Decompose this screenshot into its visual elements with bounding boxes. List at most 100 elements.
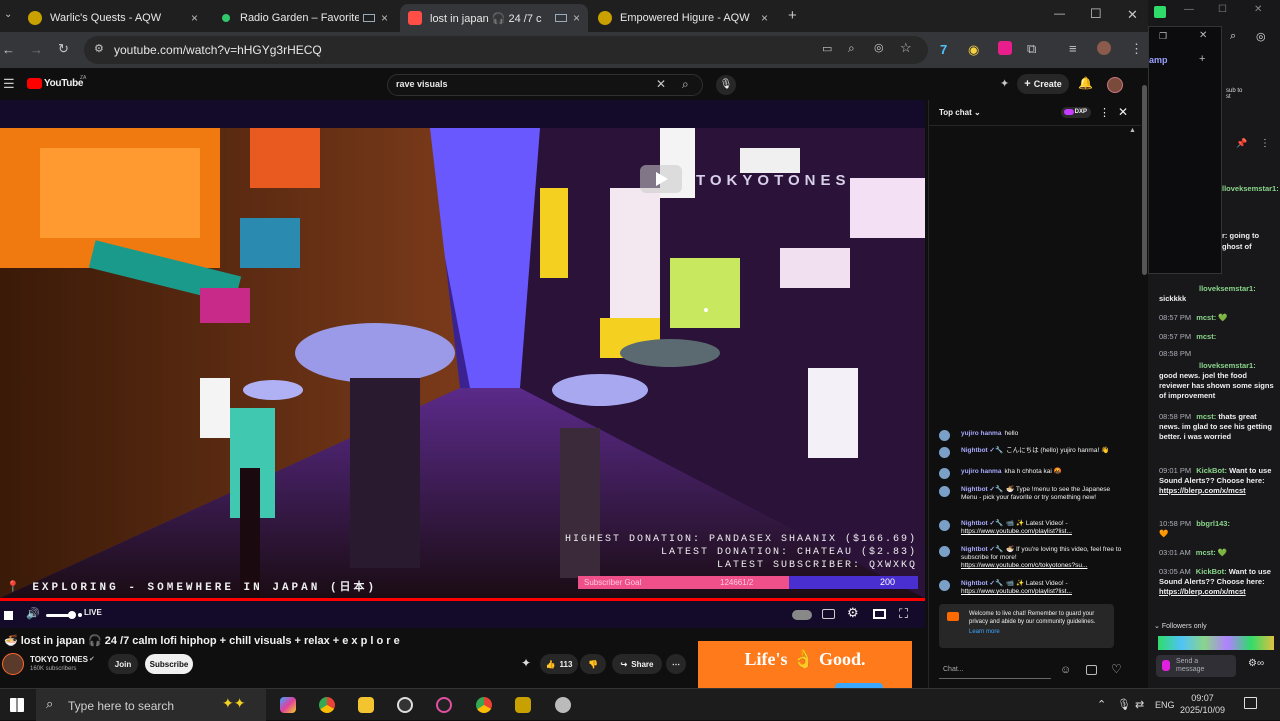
mic-icon[interactable] — [1162, 660, 1170, 671]
window-minimize-button[interactable]: — — [1184, 4, 1194, 15]
app-icon[interactable] — [436, 697, 452, 713]
tray-mic-icon[interactable]: 🎙 — [1117, 698, 1131, 711]
ad-banner[interactable]: Life's 👌 Good. — [698, 641, 912, 691]
browser-tab[interactable]: Warlic's Quests - AQW × — [20, 4, 206, 32]
emoji-icon[interactable]: ☺ — [1060, 664, 1071, 676]
ask-ai-icon[interactable]: ✦ — [521, 656, 531, 670]
search-icon[interactable]: ⌕ — [682, 77, 689, 92]
cast-icon[interactable]: ▭ — [822, 42, 832, 55]
stream-chat-message[interactable]: 03:01 AM mcst: 💚 — [1159, 548, 1275, 558]
channel-avatar[interactable] — [2, 653, 24, 675]
stream-chat-message[interactable]: 08:57 PM mcst: 💚 — [1159, 313, 1275, 323]
stream-chat-message[interactable]: 09:01 PM KickBot: Want to use Sound Aler… — [1159, 466, 1275, 496]
chat-link[interactable]: https://www.youtube.com/c/tokyotones?su.… — [961, 562, 1087, 569]
notifications-bell-icon[interactable]: 🔔 — [1078, 76, 1093, 90]
emote-bar[interactable] — [1158, 636, 1274, 650]
copilot-icon[interactable] — [280, 697, 296, 713]
bookmark-star-icon[interactable]: ☆ — [900, 40, 912, 56]
eye-off-icon[interactable]: ◎ — [874, 41, 884, 54]
theater-mode-icon[interactable] — [873, 609, 886, 619]
stream-chat-message[interactable]: lloveksemstar1: sickkkk — [1159, 284, 1275, 304]
video-frame[interactable]: TOKYOTONES — [0, 128, 925, 598]
subscribe-button[interactable]: Subscribe — [145, 654, 193, 674]
search-icon[interactable]: ⌕ — [1230, 30, 1236, 43]
chrome-icon[interactable] — [319, 697, 335, 713]
like-button[interactable]: 👍 113 — [540, 654, 578, 674]
chat-link[interactable]: https://www.youtube.com/playlist?list... — [961, 588, 1072, 595]
profile-avatar-icon[interactable] — [1097, 41, 1111, 55]
page-scrollbar-thumb[interactable] — [1142, 85, 1147, 275]
browser-tab-active[interactable]: lost in japan 🎧 24 /7 c × — [400, 4, 588, 32]
extension-icon[interactable]: 7 — [940, 42, 947, 57]
tab-close-icon[interactable]: × — [191, 11, 198, 25]
search-box[interactable]: rave visuals ✕ ⌕ — [387, 74, 703, 96]
chat-kebab-icon[interactable]: ⋮ — [1099, 106, 1110, 119]
kebab-icon[interactable]: ⋮ — [1260, 138, 1270, 149]
stream-chat-message[interactable]: lloveksemstar1: good news. joel the food… — [1159, 361, 1275, 401]
maximize-button[interactable]: ☐ — [1090, 6, 1102, 22]
close-window-button[interactable]: ✕ — [1127, 7, 1138, 23]
taskbar-search[interactable]: ⌕ Type here to search ✦✦ — [36, 689, 266, 721]
account-avatar[interactable] — [1107, 77, 1123, 93]
chat-link[interactable]: https://blerp.com/x/mcst — [1159, 486, 1246, 495]
taskbar-search-input[interactable]: Type here to search — [68, 699, 174, 713]
hide-icon[interactable]: ◎ — [1256, 30, 1266, 43]
settings-gear-icon[interactable]: ⚙ — [847, 605, 859, 621]
live-label[interactable]: LIVE — [84, 608, 102, 617]
chat-link[interactable]: https://www.youtube.com/playlist?list... — [961, 528, 1072, 535]
extensions-puzzle-icon[interactable]: ⧉ — [1027, 41, 1036, 57]
window-maximize-button[interactable]: ☐ — [1218, 4, 1227, 15]
popup-add-icon[interactable]: + — [1199, 53, 1205, 65]
chat-settings-icon[interactable]: ⚙∞ — [1248, 658, 1264, 669]
tab-close-icon[interactable]: × — [761, 11, 768, 25]
reload-icon[interactable]: ↻ — [58, 41, 69, 57]
address-bar[interactable]: ⚙ youtube.com/watch?v=hHGYg3rHECQ ▭ ⌕ ◎ … — [84, 36, 928, 64]
media-controls-icon[interactable]: ≡ — [1069, 41, 1077, 56]
obs-icon[interactable] — [397, 697, 413, 713]
browser-tab[interactable]: Empowered Higure - AQW × — [590, 4, 776, 32]
video-player[interactable]: TOKYOTONES HIGHEST DONATION: PANDASEX SH… — [0, 100, 925, 628]
clear-search-icon[interactable]: ✕ — [656, 77, 666, 91]
tray-chevron-icon[interactable]: ⌃ — [1097, 698, 1106, 711]
youtube-logo-text[interactable]: YouTube — [44, 78, 84, 89]
voice-search-icon[interactable]: 🎙 — [716, 75, 736, 95]
browser-tab[interactable]: Radio Garden – Favorites × — [210, 4, 396, 32]
volume-icon[interactable]: 🔊 — [26, 607, 40, 620]
hamburger-menu-icon[interactable]: ☰ — [3, 76, 15, 92]
learn-more-link[interactable]: Learn more — [969, 628, 1108, 636]
notifications-icon[interactable] — [1244, 697, 1257, 709]
send-message-input[interactable]: Send a message — [1156, 655, 1236, 677]
super-chat-icon[interactable] — [1086, 665, 1097, 675]
stream-chat-message[interactable]: 03:05 AM KickBot: Want to use Sound Aler… — [1159, 567, 1275, 597]
menu-kebab-icon[interactable]: ⋮ — [1130, 41, 1143, 57]
tab-close-icon[interactable]: × — [381, 11, 388, 25]
more-actions-button[interactable]: ⋯ — [666, 654, 686, 674]
search-input[interactable]: rave visuals — [396, 79, 448, 89]
chat-scrollbar[interactable] — [1134, 128, 1138, 598]
tab-list-icon[interactable]: ⌄ — [4, 9, 12, 20]
share-button[interactable]: ↪ Share — [612, 654, 662, 674]
channel-name[interactable]: TOKYO TONES — [30, 655, 88, 664]
pin-icon[interactable]: 📌 — [1236, 138, 1247, 149]
extension-icon[interactable]: ◉ — [968, 42, 979, 58]
heart-reaction-icon[interactable]: ♡ — [1111, 662, 1122, 676]
tray-network-icon[interactable]: ⇄ — [1135, 698, 1144, 711]
new-tab-button[interactable]: + — [788, 7, 797, 24]
stream-chat-message[interactable]: 08:58 PM — [1159, 349, 1275, 359]
volume-slider-knob[interactable] — [68, 611, 76, 619]
chat-close-icon[interactable]: ✕ — [1118, 105, 1128, 119]
file-explorer-icon[interactable] — [358, 697, 374, 713]
language-indicator[interactable]: ENG — [1155, 700, 1175, 710]
minimize-button[interactable]: — — [1054, 8, 1065, 20]
join-button[interactable]: Join — [108, 654, 138, 674]
chrome-profile-icon[interactable] — [476, 697, 492, 713]
stream-chat-message[interactable]: 08:58 PM mcst: thats great news. im glad… — [1159, 412, 1275, 442]
video-play-overlay-icon[interactable] — [640, 165, 682, 193]
forward-icon[interactable]: → — [30, 42, 43, 57]
extension-icon[interactable] — [998, 41, 1012, 55]
chat-link[interactable]: https://blerp.com/x/mcst — [1159, 587, 1246, 596]
stream-chat-message[interactable]: 10:58 PM bbgrl143: 🧡 — [1159, 519, 1275, 539]
popup-restore-icon[interactable]: ❐ — [1159, 31, 1167, 42]
autoplay-toggle[interactable] — [792, 610, 812, 620]
window-close-button[interactable]: ✕ — [1254, 4, 1262, 15]
